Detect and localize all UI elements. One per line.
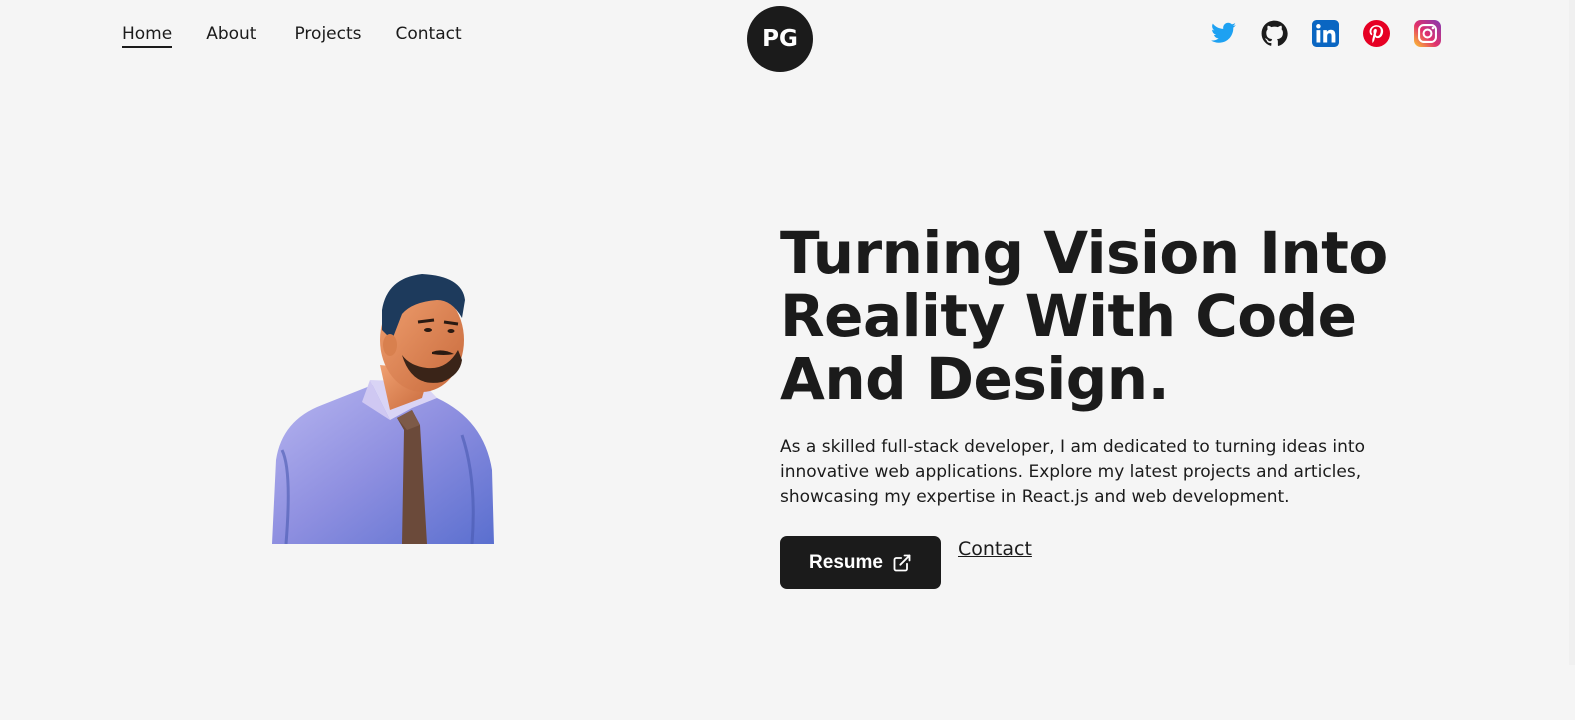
- scrollbar-track[interactable]: [1569, 0, 1575, 665]
- nav-link-about[interactable]: About: [206, 24, 256, 48]
- hero-description: As a skilled full-stack developer, I am …: [780, 437, 1365, 507]
- linkedin-icon[interactable]: [1312, 20, 1339, 47]
- external-link-icon: [893, 554, 911, 571]
- profile-portrait: [272, 274, 494, 544]
- top-navigation: Home About Projects Contact PG: [0, 0, 1575, 80]
- headline-line: Reality With Code: [780, 282, 1357, 350]
- hero-actions: Resume Contact: [780, 536, 1460, 589]
- headline-line: Turning Vision Into: [780, 219, 1388, 287]
- nav-link-projects[interactable]: Projects: [294, 24, 361, 48]
- hero-section: Turning Vision Into Reality With Code An…: [780, 222, 1460, 589]
- nav-links: Home About Projects Contact: [122, 24, 496, 48]
- contact-link[interactable]: Contact: [958, 538, 1032, 560]
- hero-headline: Turning Vision Into Reality With Code An…: [780, 222, 1460, 411]
- logo[interactable]: PG: [747, 6, 813, 72]
- github-icon[interactable]: [1261, 20, 1288, 47]
- nav-link-contact[interactable]: Contact: [396, 24, 462, 48]
- social-links: [1210, 20, 1441, 47]
- pinterest-icon[interactable]: [1363, 20, 1390, 47]
- twitter-icon[interactable]: [1210, 20, 1237, 47]
- instagram-icon[interactable]: [1414, 20, 1441, 47]
- resume-button[interactable]: Resume: [780, 536, 941, 589]
- nav-link-home[interactable]: Home: [122, 24, 173, 48]
- resume-button-label: Resume: [809, 551, 883, 573]
- headline-line: And Design.: [780, 345, 1170, 413]
